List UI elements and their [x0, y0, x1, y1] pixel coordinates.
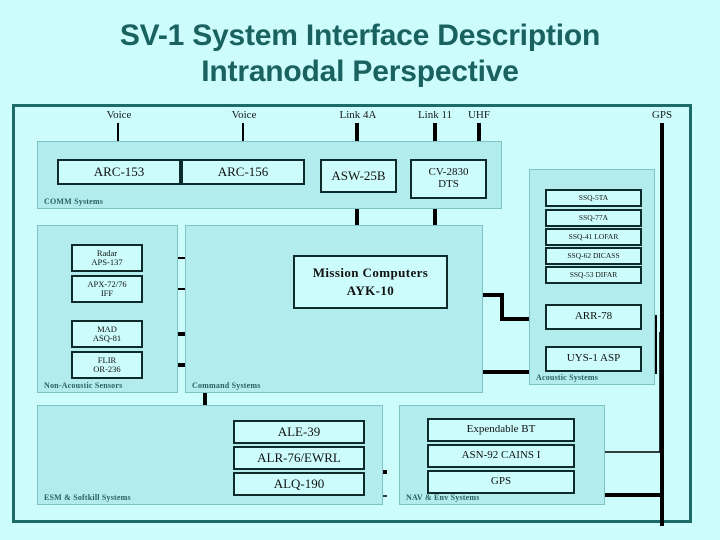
box-arr-78-line1: ARR-78	[574, 310, 613, 323]
ext-label-uhf: UHF	[467, 109, 490, 121]
box-ale-39-line1: ALE-39	[277, 424, 321, 440]
box-ssq-62-dicass-line1: SSQ-62 DICASS	[567, 251, 620, 261]
box-apx-72-76-iff[interactable]: APX-72/76 IFF	[71, 275, 143, 303]
box-arc-156-line1: ARC-156	[217, 164, 269, 180]
box-flir-or-236[interactable]: FLIR OR-236	[71, 351, 143, 379]
panel-label-esm-softkill-systems: ESM & Softkill Systems	[44, 493, 131, 502]
box-ssq-41-lofar[interactable]: SSQ-41 LOFAR	[545, 228, 642, 246]
box-radar-aps-137-line2: APS-137	[91, 257, 123, 267]
box-ssq-41-lofar-line1: SSQ-41 LOFAR	[568, 232, 619, 242]
page-title-line-2: Intranodal Perspective	[201, 55, 519, 88]
box-ssq-62-dicass[interactable]: SSQ-62 DICASS	[545, 247, 642, 265]
box-gps[interactable]: GPS	[427, 470, 575, 494]
panel-label-acoustic-systems: Acoustic Systems	[536, 373, 599, 382]
box-uys-1-asp[interactable]: UYS-1 ASP	[545, 346, 642, 372]
box-ale-39[interactable]: ALE-39	[233, 420, 365, 444]
box-gps-line1: GPS	[490, 475, 512, 488]
box-cv-2830-dts[interactable]: CV-2830 DTS	[410, 159, 487, 199]
panel-label-non-acoustic-sensors: Non-Acoustic Sensors	[44, 381, 123, 390]
box-arc-156[interactable]: ARC-156	[181, 159, 305, 185]
box-expendable-bt[interactable]: Expendable BT	[427, 418, 575, 442]
box-radar-aps-137[interactable]: Radar APS-137	[71, 244, 143, 272]
box-asw-25b[interactable]: ASW-25B	[320, 159, 397, 193]
box-expendable-bt-line1: Expendable BT	[466, 423, 536, 436]
page-title-line-1: SV-1 System Interface Description	[119, 19, 601, 52]
box-ssq-5ta[interactable]: SSQ-5TA	[545, 189, 642, 207]
box-arc-153[interactable]: ARC-153	[57, 159, 181, 185]
box-alr-76-ewrl[interactable]: ALR-76/EWRL	[233, 446, 365, 470]
ext-label-voice-2: Voice	[231, 109, 257, 121]
box-mission-computers-line1: Mission Computers	[312, 265, 429, 281]
panel-label-nav-env-systems: NAV & Env Systems	[406, 493, 480, 502]
box-alq-190-line1: ALQ-190	[273, 476, 325, 492]
box-arr-78[interactable]: ARR-78	[545, 304, 642, 330]
box-cv-2830-line2: DTS	[438, 178, 459, 190]
box-arc-153-line1: ARC-153	[93, 164, 145, 180]
box-mad-asq-81-line2: ASQ-81	[92, 333, 122, 343]
box-mission-computers[interactable]: Mission Computers AYK-10	[293, 255, 448, 309]
box-apx-72-76-line2: IFF	[100, 288, 114, 298]
ext-label-voice-1: Voice	[106, 109, 132, 121]
box-flir-or-236-line2: OR-236	[93, 364, 121, 374]
box-ssq-53-difar[interactable]: SSQ-53 DIFAR	[545, 266, 642, 284]
slide-canvas: SV-1 System Interface Description Intran…	[0, 0, 720, 540]
box-alr-76-ewrl-line1: ALR-76/EWRL	[257, 450, 341, 466]
box-alq-190[interactable]: ALQ-190	[233, 472, 365, 496]
system-interface-diagram: Voice Voice Link 4A Link 11 UHF GPS COMM…	[12, 104, 692, 526]
box-ssq-53-difar-line1: SSQ-53 DIFAR	[569, 270, 618, 280]
box-asn-92-cains-1[interactable]: ASN-92 CAINS I	[427, 444, 575, 468]
box-asn-92-cains-1-line1: ASN-92 CAINS I	[461, 449, 541, 462]
box-asw-25b-line1: ASW-25B	[331, 168, 386, 184]
box-ssq-77a[interactable]: SSQ-77A	[545, 209, 642, 227]
ext-label-link-4a: Link 4A	[339, 109, 377, 121]
panel-command-systems: Command Systems	[185, 225, 483, 393]
box-uys-1-asp-line1: UYS-1 ASP	[566, 352, 621, 365]
box-ssq-5ta-line1: SSQ-5TA	[578, 193, 609, 203]
box-mission-computers-line2: AYK-10	[346, 283, 395, 298]
box-ssq-77a-line1: SSQ-77A	[578, 213, 609, 223]
box-mad-asq-81[interactable]: MAD ASQ-81	[71, 320, 143, 348]
panel-label-comm-systems: COMM Systems	[44, 197, 104, 206]
panel-label-command-systems: Command Systems	[192, 381, 261, 390]
page-title: SV-1 System Interface Description Intran…	[0, 18, 720, 90]
ext-label-gps: GPS	[651, 109, 673, 121]
